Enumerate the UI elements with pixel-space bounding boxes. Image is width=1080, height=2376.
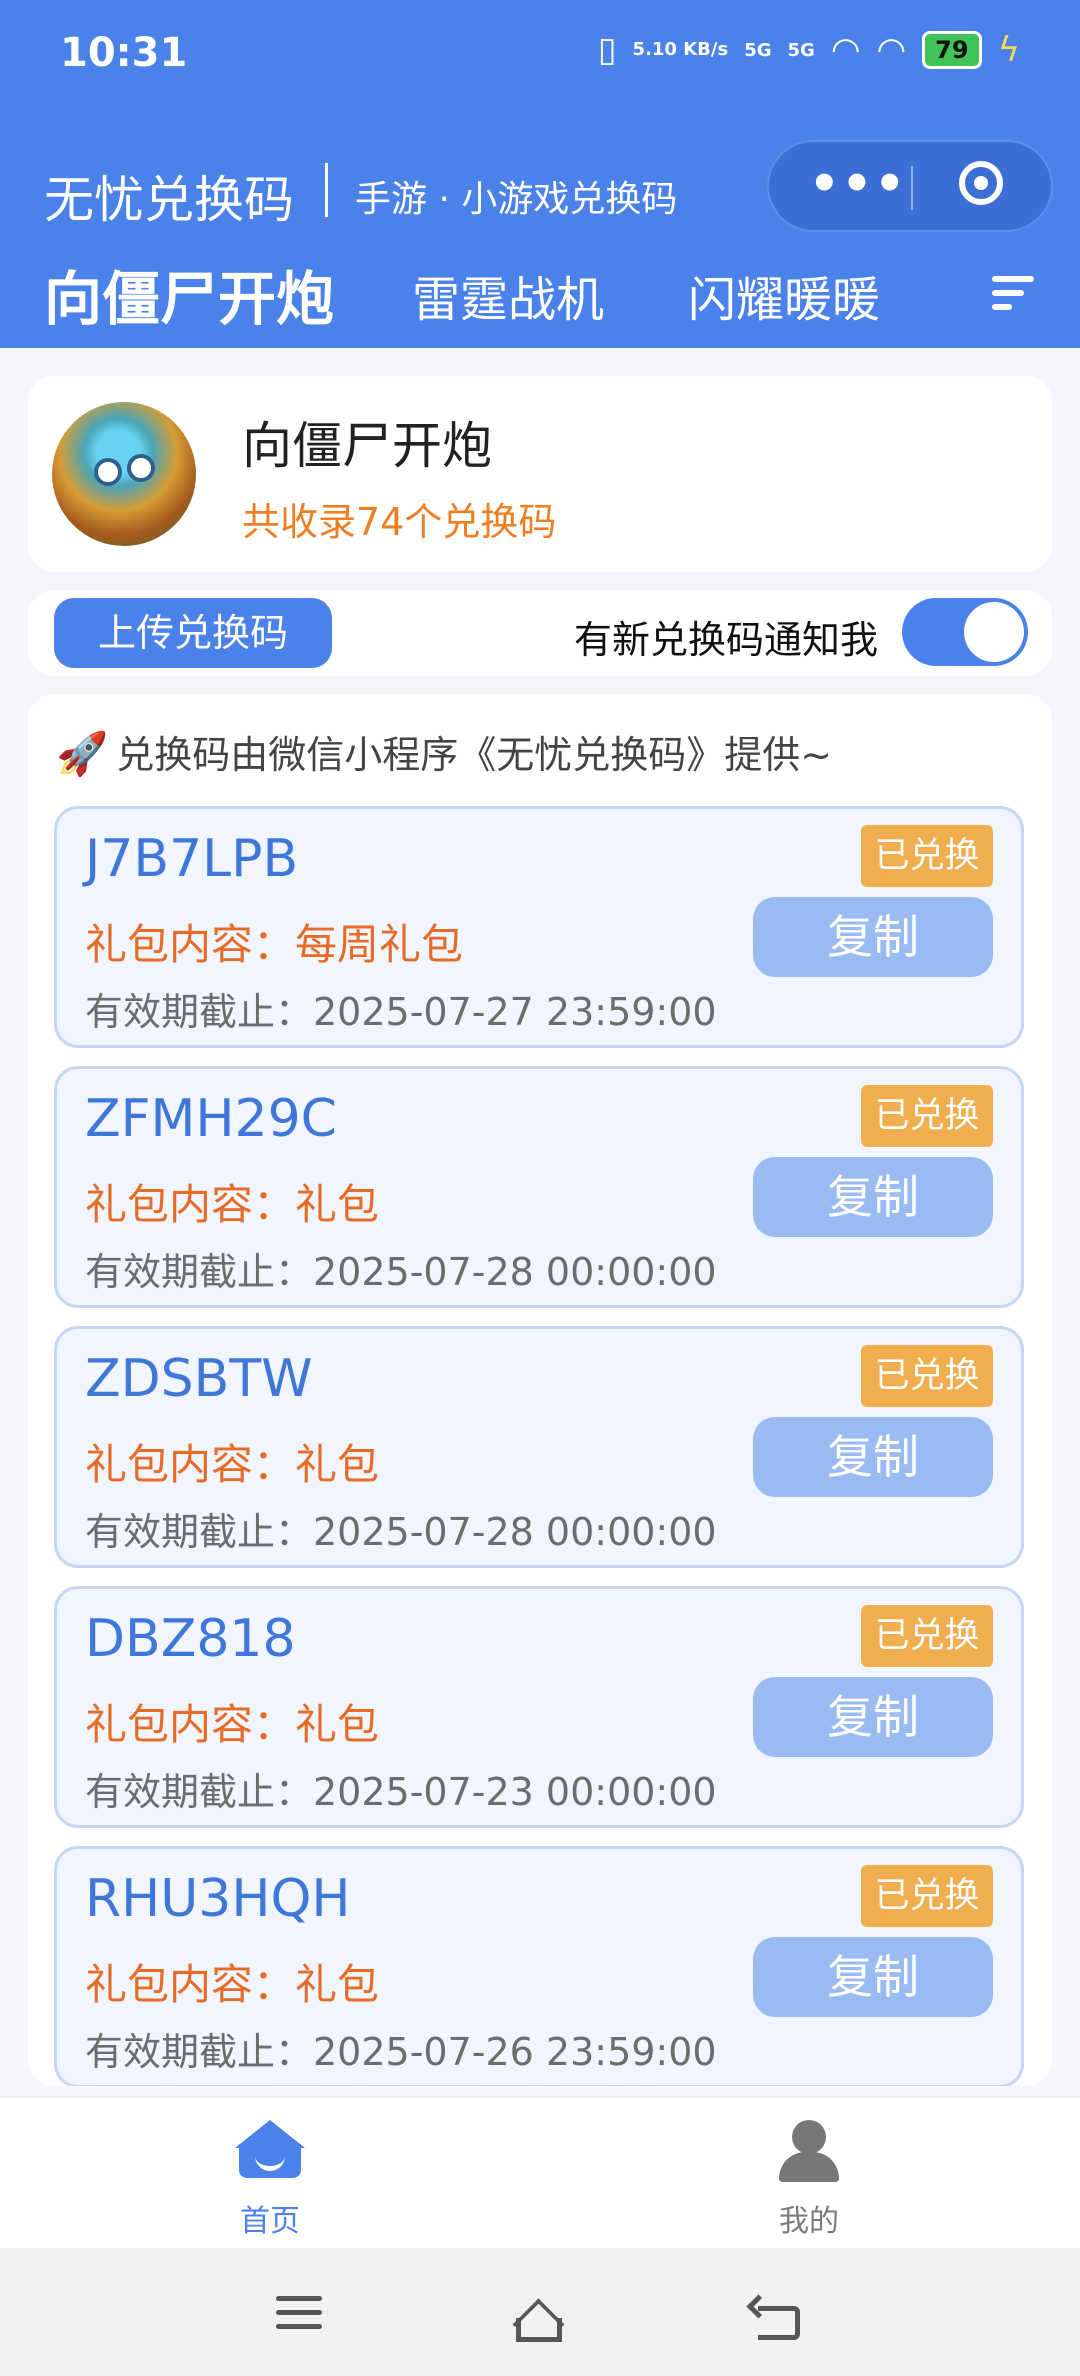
redeemed-badge: 已兑换: [861, 1345, 993, 1407]
redemption-code-list: 🚀 兑换码由微信小程序《无忧兑换码》提供~ J7B7LPB 礼包内容：每周礼包 有…: [28, 694, 1052, 2086]
bottom-navigation: 首页 我的: [0, 2096, 1080, 2248]
redemption-code: RHU3HQH: [85, 1869, 351, 1929]
code-item: J7B7LPB 礼包内容：每周礼包 有效期截止：2025-07-27 23:59…: [54, 806, 1024, 1048]
redeemed-badge: 已兑换: [861, 1085, 993, 1147]
app-subtitle: 手游 · 小游戏兑换码: [355, 179, 678, 220]
target-icon[interactable]: [959, 161, 1003, 205]
vibrate-icon: ▯: [597, 30, 617, 70]
signal-icon: 5G: [787, 39, 815, 61]
system-navigation-bar: [0, 2248, 1080, 2376]
expiry-date: 有效期截止：2025-07-28 00:00:00: [85, 1250, 717, 1294]
redemption-code: ZDSBTW: [85, 1349, 313, 1409]
mini-program-capsule[interactable]: •••: [767, 140, 1053, 232]
app-title: 无忧兑换码: [44, 171, 294, 229]
nav-mine-label: 我的: [779, 2204, 839, 2239]
more-dots-icon[interactable]: •••: [809, 156, 907, 212]
redemption-code: DBZ818: [85, 1609, 296, 1669]
notify-toggle[interactable]: [902, 598, 1028, 666]
status-time: 10:31: [60, 30, 188, 76]
code-count: 共收录74个兑换码: [242, 500, 557, 544]
copy-button[interactable]: 复制: [753, 897, 993, 977]
provider-text: 兑换码由微信小程序《无忧兑换码》提供~: [116, 733, 833, 777]
nav-mine[interactable]: 我的: [729, 2116, 889, 2239]
gift-content: 礼包内容：礼包: [85, 1960, 380, 2009]
network-speed: 5.10 KB/s: [632, 39, 729, 60]
redeemed-badge: 已兑换: [861, 1605, 993, 1667]
tab-shining-nikki[interactable]: 闪耀暖暖: [688, 260, 880, 330]
copy-button[interactable]: 复制: [753, 1677, 993, 1757]
expiry-date: 有效期截止：2025-07-26 23:59:00: [85, 2030, 717, 2074]
gift-content: 礼包内容：礼包: [85, 1700, 380, 1749]
redeemed-badge: 已兑换: [861, 1865, 993, 1927]
code-item: ZFMH29C 礼包内容：礼包 有效期截止：2025-07-28 00:00:0…: [54, 1066, 1024, 1308]
game-summary-card: 向僵尸开炮 共收录74个兑换码: [28, 376, 1052, 572]
upload-notify-bar: 上传兑换码 有新兑换码通知我: [28, 590, 1052, 676]
copy-button[interactable]: 复制: [753, 1417, 993, 1497]
avatar-eye: [127, 454, 155, 482]
capsule-divider: [911, 166, 913, 210]
expiry-date: 有效期截止：2025-07-28 00:00:00: [85, 1510, 717, 1554]
code-item: ZDSBTW 礼包内容：礼包 有效期截止：2025-07-28 00:00:00…: [54, 1326, 1024, 1568]
upload-code-button[interactable]: 上传兑换码: [54, 598, 332, 668]
home-icon: [235, 2120, 305, 2178]
wifi-icon: ◠: [876, 30, 907, 70]
status-icons: ▯ 5.10 KB/s 5G 5G ◠ ◠ 79 ϟ: [598, 30, 1020, 70]
expiry-date: 有效期截止：2025-07-23 00:00:00: [85, 1770, 717, 1814]
menu-icon[interactable]: [276, 2292, 332, 2340]
redeemed-badge: 已兑换: [861, 825, 993, 887]
game-tabs: 向僵尸开炮 雷霆战机 闪耀暖暖: [0, 252, 1080, 348]
title-divider: [325, 163, 328, 217]
code-item: DBZ818 礼包内容：礼包 有效期截止：2025-07-23 00:00:00…: [54, 1586, 1024, 1828]
rocket-icon: 🚀: [56, 729, 109, 778]
notify-label: 有新兑换码通知我: [574, 618, 879, 662]
nav-home[interactable]: 首页: [190, 2116, 350, 2239]
app-header: 10:31 ▯ 5.10 KB/s 5G 5G ◠ ◠ 79 ϟ 无忧兑换码 手…: [0, 0, 1080, 348]
provider-note: 🚀 兑换码由微信小程序《无忧兑换码》提供~: [56, 724, 832, 779]
tab-thunder-fighter[interactable]: 雷霆战机: [412, 260, 604, 330]
gift-content: 礼包内容：礼包: [85, 1180, 380, 1229]
status-bar: 10:31 ▯ 5.10 KB/s 5G 5G ◠ ◠ 79 ϟ: [0, 0, 1080, 118]
nav-home-label: 首页: [240, 2204, 300, 2239]
home-icon[interactable]: [516, 2318, 562, 2342]
signal-icon: 5G: [744, 39, 772, 61]
redemption-code: ZFMH29C: [85, 1089, 337, 1149]
battery-icon: 79: [922, 31, 982, 69]
mini-program-titlebar: 无忧兑换码 手游 · 小游戏兑换码 •••: [0, 130, 1080, 250]
game-avatar: [52, 402, 196, 546]
charging-icon: ϟ: [997, 30, 1020, 70]
back-icon[interactable]: [758, 2306, 800, 2340]
game-name: 向僵尸开炮: [242, 417, 492, 475]
gift-content: 礼包内容：礼包: [85, 1440, 380, 1489]
toggle-knob: [964, 602, 1024, 662]
code-item: RHU3HQH 礼包内容：礼包 有效期截止：2025-07-26 23:59:0…: [54, 1846, 1024, 2086]
redemption-code: J7B7LPB: [85, 829, 299, 889]
menu-icon[interactable]: [992, 276, 1034, 312]
copy-button[interactable]: 复制: [753, 1157, 993, 1237]
avatar-eye: [94, 458, 122, 486]
expiry-date: 有效期截止：2025-07-27 23:59:00: [85, 990, 717, 1034]
gift-content: 礼包内容：每周礼包: [85, 920, 464, 969]
person-icon: [774, 2120, 844, 2182]
wifi-icon: ◠: [830, 30, 861, 70]
copy-button[interactable]: 复制: [753, 1937, 993, 2017]
tab-zombie-cannon[interactable]: 向僵尸开炮: [44, 252, 334, 336]
